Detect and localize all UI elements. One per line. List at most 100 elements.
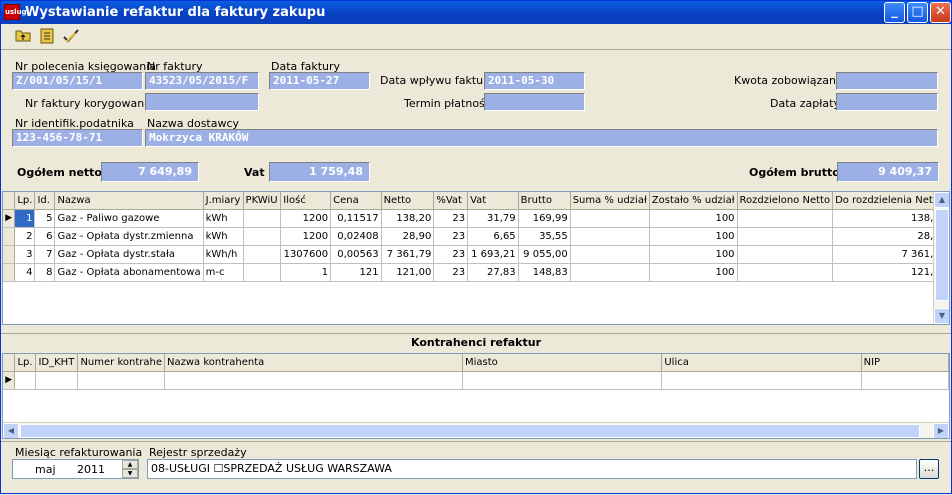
table-row[interactable]: 3 7 Gaz - Opłata dystr.stała kWh/h 1307600 0,… <box>3 245 949 264</box>
kwota-field[interactable] <box>836 72 938 90</box>
edit-check-icon[interactable] <box>61 28 81 46</box>
table-cell[interactable]: 31,79 <box>467 209 519 228</box>
table-cell[interactable]: 100 <box>649 263 738 282</box>
column-header[interactable]: PKWiU <box>243 192 282 210</box>
table-cell[interactable]: m-c <box>203 263 244 282</box>
data-wplywu-field[interactable]: 2011-05-30 <box>484 72 585 90</box>
table-cell[interactable]: 0,02408 <box>330 227 382 246</box>
column-header[interactable]: Miasto <box>462 354 663 372</box>
table-cell[interactable]: 1 693,21 <box>467 245 519 264</box>
table-cell[interactable]: 7 361,79 <box>832 245 949 264</box>
column-header[interactable]: Cena <box>330 192 382 210</box>
spin-up-icon[interactable]: ▲ <box>122 460 138 469</box>
items-grid[interactable]: Lp. Id. Nazwa J.miary PKWiU Ilość Cena Netto %Va… <box>2 191 950 325</box>
column-header[interactable]: Zostało % udział <box>649 192 738 210</box>
column-header[interactable]: Vat <box>467 192 519 210</box>
table-cell[interactable] <box>737 227 834 246</box>
nr-korygowanej-field[interactable] <box>145 93 259 111</box>
table-cell[interactable]: 28,90 <box>381 227 435 246</box>
table-cell[interactable]: Gaz - Opłata abonamentowa <box>54 263 204 282</box>
table-cell[interactable]: 2 <box>14 227 36 246</box>
column-header[interactable]: NIP <box>861 354 949 372</box>
contractors-grid[interactable]: Lp. ID_KHT Numer kontrahe Nazwa kontrahenta… <box>2 353 950 439</box>
table-cell[interactable]: 0,11517 <box>330 209 382 228</box>
close-button[interactable]: ✕ <box>930 2 951 23</box>
table-cell[interactable]: 5 <box>34 209 56 228</box>
nr-faktury-field[interactable]: 43523/05/2015/F <box>145 72 259 90</box>
column-header[interactable]: Ilość <box>280 192 332 210</box>
table-row[interactable]: ▶ 1 5 Gaz - Paliwo gazowe kWh 1200 0,11517 138,… <box>3 209 949 228</box>
folder-up-icon[interactable] <box>13 28 33 46</box>
table-cell[interactable]: 138,20 <box>832 209 949 228</box>
table-cell[interactable]: 6 <box>34 227 56 246</box>
scroll-right-button[interactable]: ▶ <box>933 423 949 438</box>
table-cell[interactable] <box>737 209 834 228</box>
table-cell[interactable]: 6,65 <box>467 227 519 246</box>
table-cell[interactable]: Gaz - Paliwo gazowe <box>54 209 204 228</box>
table-cell[interactable]: 138,20 <box>381 209 435 228</box>
browse-button[interactable]: ... <box>919 459 939 479</box>
table-cell[interactable]: 169,99 <box>518 209 571 228</box>
table-cell[interactable]: 121 <box>330 263 382 282</box>
column-header[interactable]: Nazwa kontrahenta <box>164 354 463 372</box>
column-header[interactable]: Brutto <box>518 192 571 210</box>
termin-field[interactable] <box>484 93 585 111</box>
column-header[interactable]: Lp. <box>14 354 37 372</box>
table-cell[interactable]: 1200 <box>280 227 332 246</box>
document-icon[interactable] <box>37 28 57 46</box>
table-cell[interactable]: 35,55 <box>518 227 571 246</box>
column-header[interactable]: ID_KHT <box>35 354 79 372</box>
table-cell[interactable]: 7 361,79 <box>381 245 435 264</box>
table-cell[interactable]: 23 <box>433 227 469 246</box>
spin-down-icon[interactable]: ▼ <box>122 469 138 478</box>
scroll-up-button[interactable]: ▲ <box>934 192 949 208</box>
table-cell[interactable] <box>243 245 282 264</box>
table-cell[interactable]: 100 <box>649 209 738 228</box>
table-cell[interactable]: 1307600 <box>280 245 332 264</box>
table-cell[interactable]: 4 <box>14 263 36 282</box>
table-cell[interactable]: Gaz - Opłata dystr.stała <box>54 245 204 264</box>
items-vertical-scrollbar[interactable]: ▲ ▼ <box>933 192 949 324</box>
scroll-thumb[interactable] <box>20 424 920 438</box>
column-header[interactable]: Lp. <box>14 192 36 210</box>
table-cell[interactable]: 1 <box>280 263 332 282</box>
table-cell[interactable]: 121,00 <box>381 263 435 282</box>
table-cell[interactable]: 27,83 <box>467 263 519 282</box>
table-cell[interactable]: 148,83 <box>518 263 571 282</box>
table-cell[interactable]: kWh <box>203 209 244 228</box>
column-header[interactable]: %Vat <box>433 192 469 210</box>
column-header[interactable]: Suma % udział <box>570 192 650 210</box>
table-cell[interactable] <box>243 227 282 246</box>
minimize-button[interactable]: _ <box>884 2 905 23</box>
table-row[interactable]: 2 6 Gaz - Opłata dystr.zmienna kWh 1200 0,024… <box>3 227 949 246</box>
table-cell[interactable] <box>570 263 650 282</box>
table-cell[interactable]: 7 <box>34 245 56 264</box>
table-cell[interactable]: 100 <box>649 245 738 264</box>
dostawca-field[interactable]: Mokrzyca KRAKÓW <box>145 129 938 147</box>
table-cell[interactable]: 28,90 <box>832 227 949 246</box>
table-cell[interactable]: kWh <box>203 227 244 246</box>
nip-field[interactable]: 123-456-78-71 <box>12 129 143 147</box>
table-cell[interactable]: Gaz - Opłata dystr.zmienna <box>54 227 204 246</box>
contractors-horizontal-scrollbar[interactable]: ◀ ▶ <box>3 422 949 438</box>
column-header[interactable]: Do rozdzielenia Netto <box>832 192 949 210</box>
table-cell[interactable]: 23 <box>433 245 469 264</box>
column-header[interactable]: Rozdzielono Netto <box>737 192 834 210</box>
data-faktury-field[interactable]: 2011-05-27 <box>269 72 370 90</box>
column-header[interactable]: Id. <box>34 192 56 210</box>
table-cell[interactable] <box>243 209 282 228</box>
scroll-thumb[interactable] <box>935 209 949 301</box>
table-cell[interactable]: kWh/h <box>203 245 244 264</box>
column-header[interactable]: Nazwa <box>54 192 204 210</box>
scroll-left-button[interactable]: ◀ <box>3 423 19 438</box>
table-row[interactable]: 4 8 Gaz - Opłata abonamentowa m-c 1 121 121,00… <box>3 263 949 282</box>
table-cell[interactable] <box>243 263 282 282</box>
table-cell[interactable]: 1200 <box>280 209 332 228</box>
column-header[interactable]: Netto <box>381 192 435 210</box>
table-cell[interactable] <box>570 209 650 228</box>
maximize-button[interactable]: □ <box>907 2 928 23</box>
column-header[interactable]: Numer kontrahe <box>77 354 165 372</box>
column-header[interactable]: Ulica <box>661 354 862 372</box>
month-spinner[interactable]: maj 2011 ▲ ▼ <box>12 459 139 479</box>
data-zaplaty-field[interactable] <box>836 93 938 111</box>
